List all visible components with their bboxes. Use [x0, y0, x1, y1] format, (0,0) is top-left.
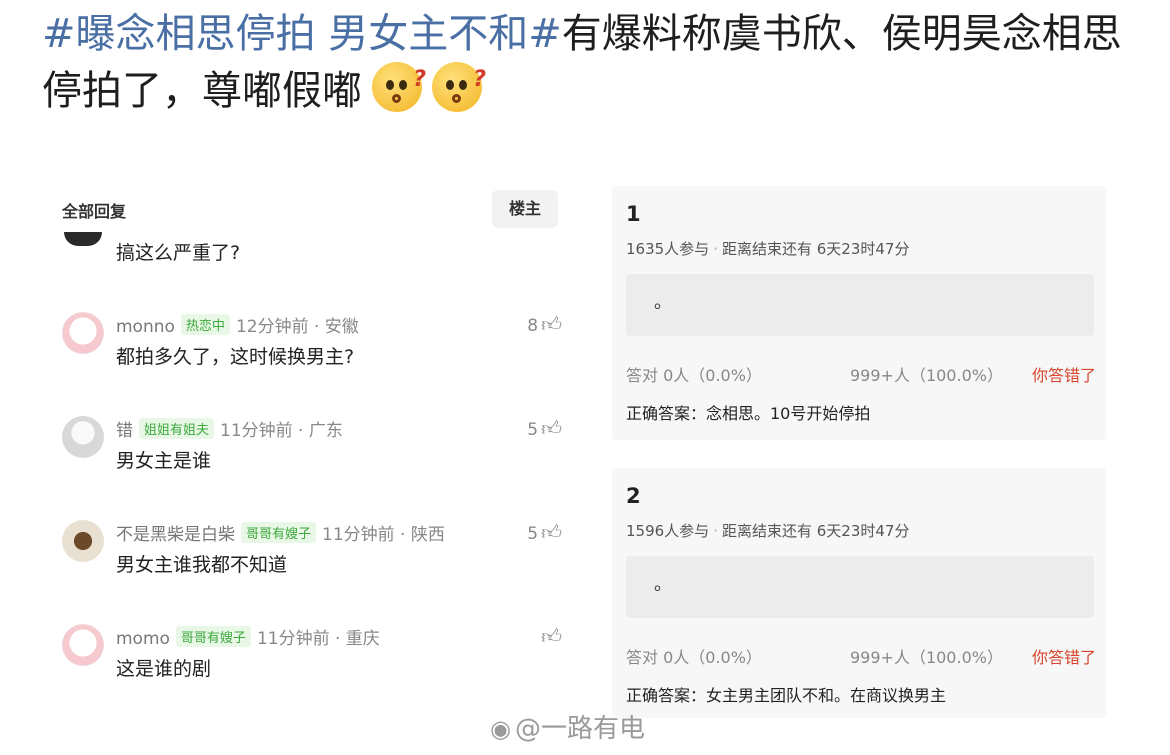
- thinking-emoji-icon: ?: [432, 62, 486, 112]
- comment-item: 错姐姐有姐夫 11分钟前 · 广东 男女主是谁 5 👍︎: [62, 416, 572, 486]
- thumbs-up-icon: 👍︎: [541, 312, 562, 336]
- quiz-card: 1 1635人参与 · 距离结束还有 6天23时47分 。 答对 0人（0.0%） …: [612, 186, 1106, 440]
- result-label: 你答错了: [1031, 366, 1096, 385]
- owner-only-button[interactable]: 楼主: [492, 190, 558, 228]
- comment-text: 男女主谁我都不知道: [116, 554, 288, 576]
- quiz-card: 2 1596人参与 · 距离结束还有 6天23时47分 。 答对 0人（0.0%） …: [612, 468, 1106, 718]
- post-text: #曝念相思停拍 男女主不和#有爆料称虞书欣、侯明昊念相思停拍了，尊嘟假嘟??: [42, 6, 1142, 119]
- watermark: ◉ @一路有电: [490, 708, 645, 745]
- username[interactable]: monno: [116, 317, 175, 337]
- comment-time: 11分钟前 · 重庆: [256, 629, 380, 649]
- quiz-meta: 1596人参与 · 距离结束还有 6天23时47分: [626, 522, 910, 540]
- username[interactable]: 错: [116, 421, 133, 441]
- comment-time: 11分钟前 · 广东: [220, 421, 343, 441]
- quiz-stats: 答对 0人（0.0%） 999+人（100.0%） 你答错了: [626, 644, 1096, 668]
- comment-text: 这是谁的剧: [116, 658, 212, 680]
- comments-panel: 全部回复 楼主 搞这么严重了? monno 热恋中 12分钟前 · 安徽 都拍多久了…: [40, 180, 580, 710]
- avatar[interactable]: [64, 232, 102, 246]
- wrong-count: 999+人（100.0%）: [850, 366, 1003, 385]
- like-button[interactable]: 5 👍︎: [527, 520, 562, 545]
- comment-item: monno 热恋中 12分钟前 · 安徽 都拍多久了，这时候换男主? 8 👍︎: [62, 312, 572, 382]
- time-remaining: 距离结束还有 6天23时47分: [721, 522, 910, 540]
- fan-badge: 姐姐有姐夫: [139, 418, 215, 439]
- answer-option[interactable]: 。: [626, 274, 1094, 336]
- comment-meta: 错姐姐有姐夫 11分钟前 · 广东: [116, 416, 343, 441]
- comment-time: 12分钟前 · 安徽: [235, 317, 359, 337]
- answer-option[interactable]: 。: [626, 556, 1094, 618]
- like-button[interactable]: 8 👍︎: [527, 312, 562, 337]
- participants-count: 1596人参与: [626, 522, 710, 540]
- quiz-number: 1: [626, 202, 641, 226]
- comment-item: momo 哥哥有嫂子 11分钟前 · 重庆 这是谁的剧 👍︎: [62, 624, 572, 694]
- avatar[interactable]: [62, 520, 104, 562]
- like-button[interactable]: 5 👍︎: [527, 416, 562, 441]
- comment-item: 不是黑柴是白柴 哥哥有嫂子 11分钟前 · 陕西 男女主谁我都不知道 5 👍︎: [62, 520, 572, 590]
- comment-text: 搞这么严重了?: [116, 242, 241, 264]
- comment-text: 都拍多久了，这时候换男主?: [116, 346, 355, 368]
- result-label: 你答错了: [1031, 648, 1096, 667]
- post-topic-link[interactable]: #曝念相思停拍 男女主不和#: [42, 11, 562, 57]
- quiz-meta: 1635人参与 · 距离结束还有 6天23时47分: [626, 240, 910, 258]
- comment-meta: 不是黑柴是白柴 哥哥有嫂子 11分钟前 · 陕西: [116, 520, 445, 545]
- comment-time: 11分钟前 · 陕西: [322, 525, 445, 545]
- avatar[interactable]: [62, 624, 104, 666]
- participants-count: 1635人参与: [626, 240, 710, 258]
- answer-text: 。: [654, 292, 672, 313]
- thumbs-up-icon: 👍︎: [541, 624, 562, 648]
- time-remaining: 距离结束还有 6天23时47分: [721, 240, 910, 258]
- like-count: 5: [527, 524, 539, 544]
- answer-text: 。: [654, 574, 672, 595]
- fan-badge: 热恋中: [180, 314, 230, 335]
- like-count: 8: [527, 316, 539, 336]
- quiz-stats: 答对 0人（0.0%） 999+人（100.0%） 你答错了: [626, 362, 1096, 386]
- fan-badge: 哥哥有嫂子: [175, 626, 251, 647]
- correct-answer: 正确答案：女主男主团队不和。在商议换男主: [626, 686, 947, 705]
- username[interactable]: 不是黑柴是白柴: [116, 525, 235, 545]
- comment-meta: monno 热恋中 12分钟前 · 安徽: [116, 312, 359, 337]
- avatar[interactable]: [62, 312, 104, 354]
- thinking-emoji-icon: ?: [372, 62, 426, 112]
- like-count: 5: [527, 420, 539, 440]
- all-replies-header: 全部回复: [62, 202, 127, 221]
- quiz-number: 2: [626, 484, 641, 508]
- correct-answer: 正确答案：念相思。10号开始停拍: [626, 404, 871, 423]
- right-count: 答对 0人（0.0%）: [626, 366, 762, 385]
- weibo-logo-icon: ◉: [490, 715, 511, 743]
- wrong-count: 999+人（100.0%）: [850, 648, 1003, 667]
- comment-meta: momo 哥哥有嫂子 11分钟前 · 重庆: [116, 624, 380, 649]
- fan-badge: 哥哥有嫂子: [241, 522, 317, 543]
- right-count: 答对 0人（0.0%）: [626, 648, 762, 667]
- watermark-text: @一路有电: [514, 714, 645, 744]
- thumbs-up-icon: 👍︎: [541, 520, 562, 544]
- avatar[interactable]: [62, 416, 104, 458]
- username[interactable]: momo: [116, 629, 170, 649]
- like-button[interactable]: 👍︎: [538, 624, 562, 649]
- comment-text: 男女主是谁: [116, 450, 212, 472]
- thumbs-up-icon: 👍︎: [541, 416, 562, 440]
